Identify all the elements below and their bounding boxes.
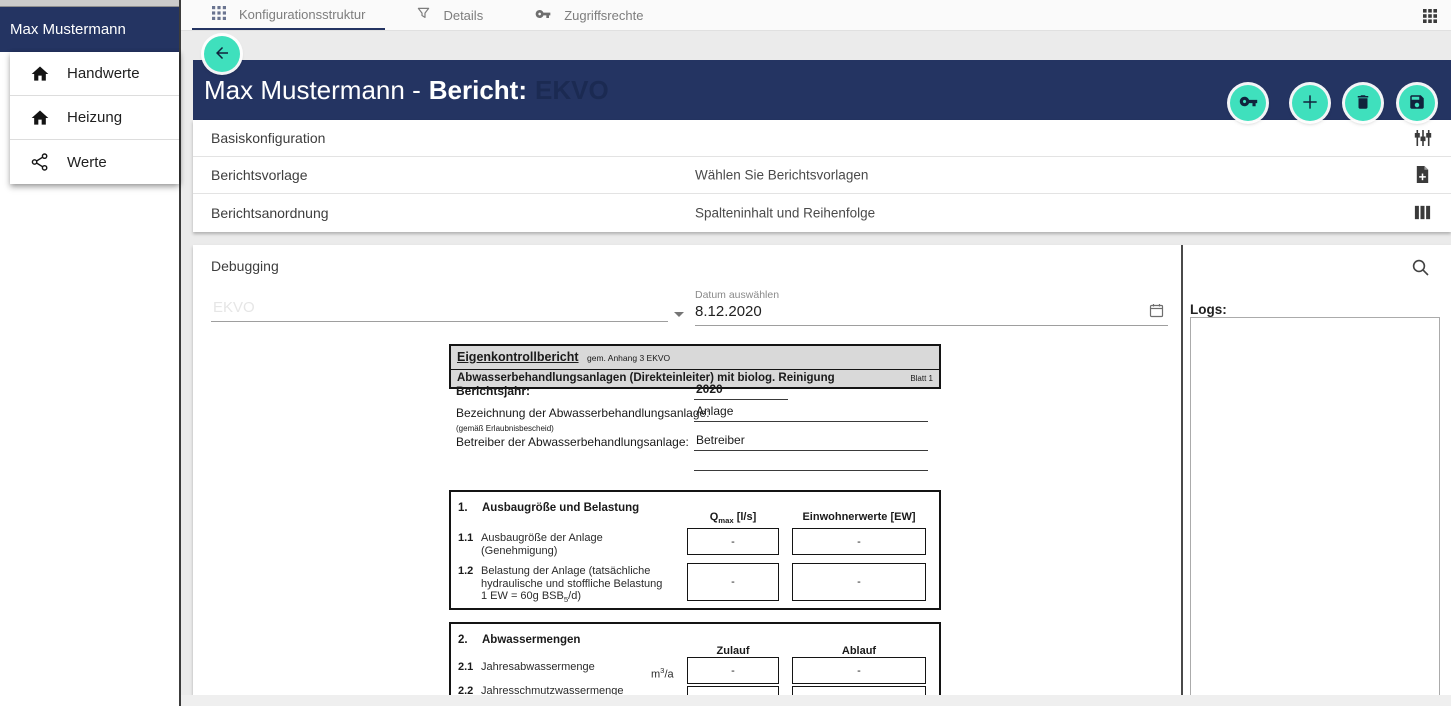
save-button[interactable] [1399, 85, 1435, 121]
config-card: Basiskonfiguration Berichtsvorlage Wähle… [193, 120, 1451, 232]
doc-title-suffix: gem. Anhang 3 EKVO [587, 353, 670, 363]
columns-icon[interactable] [1413, 203, 1433, 223]
section-number: 2. [458, 634, 468, 646]
filter-icon [417, 7, 430, 23]
grid-icon [212, 6, 226, 23]
home-icon [30, 64, 50, 84]
row-number: 2.1 [458, 661, 473, 673]
doc-title: Eigenkontrollbericht [457, 350, 579, 364]
save-icon [1408, 93, 1426, 114]
select-value: EKVO [213, 299, 255, 316]
sidebar-item-heizung[interactable]: Heizung [10, 96, 179, 140]
col-header-ew: Einwohnerwerte [EW] [792, 511, 926, 524]
debugging-card: Debugging EKVO Datum auswählen 8.12.2020 [193, 245, 1451, 695]
row-text: Ausbaugröße der Anlage(Genehmigung) [481, 532, 603, 557]
row-berichtsanordnung[interactable]: Berichtsanordnung Spalteninhalt und Reih… [193, 194, 1451, 231]
doc-fields: Berichtsjahr: 2020 Bezeichnung der Abwas… [449, 382, 941, 475]
doc-input-2-1-ablauf[interactable]: - [792, 657, 926, 684]
doc-year-label: Berichtsjahr: [456, 384, 530, 398]
debugging-title: Debugging [211, 258, 279, 274]
row-text: Belastung der Anlage (tatsächlichehydrau… [481, 565, 662, 607]
tab-details[interactable]: Details [397, 0, 503, 30]
date-field[interactable]: Datum auswählen 8.12.2020 [695, 289, 1168, 326]
date-field-label: Datum auswählen [695, 289, 1168, 301]
doc-operator-value: Betreiber [694, 433, 928, 451]
plus-icon [1300, 92, 1320, 115]
tab-label: Details [443, 8, 483, 23]
sidebar-item-label: Handwerte [67, 65, 140, 82]
doc-operator-label: Betreiber der Abwasserbehandlungsanlage: [456, 435, 689, 449]
tab-label: Zugriffsrechte [564, 8, 643, 23]
doc-input-2-2-zulauf[interactable] [687, 686, 779, 695]
add-button[interactable] [1292, 85, 1328, 121]
tab-label: Konfigurationsstruktur [239, 7, 365, 22]
key-icon [535, 6, 551, 25]
doc-name-note: (gemäß Erlaubnisbescheid) [456, 424, 554, 433]
back-button[interactable] [204, 36, 240, 72]
sidebar-top-strip [0, 0, 179, 7]
search-icon[interactable] [1411, 258, 1430, 277]
tab-konfigurationsstruktur[interactable]: Konfigurationsstruktur [192, 0, 385, 30]
section-title: Abwassermengen [482, 634, 580, 646]
apps-grid-icon[interactable] [1422, 8, 1438, 24]
row-label: Berichtsanordnung [211, 205, 329, 221]
user-name: Max Mustermann [10, 21, 126, 38]
sidebar-menu: Handwerte Heizung Werte [10, 52, 179, 184]
doc-input-1-2-ew[interactable]: - [792, 563, 926, 601]
row-text: Jahresschmutzwassermenge [481, 685, 623, 695]
sidebar-item-handwerte[interactable]: Handwerte [10, 52, 179, 96]
chevron-down-icon[interactable] [674, 312, 684, 317]
logs-panel[interactable] [1190, 317, 1440, 695]
share-icon [30, 152, 50, 172]
doc-input-1-1-qmax[interactable]: - [687, 528, 779, 555]
tab-zugriffsrechte[interactable]: Zugriffsrechte [515, 0, 663, 30]
row-text: Jahresabwassermenge [481, 661, 595, 674]
doc-section-2: 2. Abwassermengen Zulauf Ablauf 2.1 Jahr… [449, 622, 941, 695]
sliders-icon[interactable] [1413, 128, 1433, 148]
logs-divider [1181, 245, 1183, 695]
doc-input-1-1-ew[interactable]: - [792, 528, 926, 555]
doc-input-1-2-qmax[interactable]: - [687, 563, 779, 601]
sidebar-user-header: Max Mustermann [0, 7, 179, 52]
doc-section-1: 1. Ausbaugröße und Belastung Qmax [l/s] … [449, 490, 941, 610]
sidebar-item-werte[interactable]: Werte [10, 140, 179, 184]
row-number: 1.2 [458, 565, 473, 577]
row-unit: m3/a [651, 666, 674, 681]
page-title-bold: Bericht: [429, 75, 527, 106]
doc-empty-line [694, 455, 928, 471]
calendar-icon[interactable] [1149, 303, 1164, 318]
col-header-qmax: Qmax [l/s] [687, 511, 779, 526]
row-number: 1.1 [458, 532, 473, 544]
access-rights-button[interactable] [1230, 85, 1266, 121]
doc-year-value: 2020 [694, 382, 788, 400]
row-basiskonfiguration[interactable]: Basiskonfiguration [193, 120, 1451, 157]
doc-input-2-2-ablauf[interactable] [792, 686, 926, 695]
doc-input-2-1-zulauf[interactable]: - [687, 657, 779, 684]
row-number: 2.2 [458, 685, 473, 695]
sidebar: Max Mustermann Handwerte Heizung [0, 0, 181, 706]
note-add-icon[interactable] [1413, 165, 1433, 185]
main-area: Konfigurationsstruktur Details Zugriffsr… [181, 0, 1451, 706]
section-number: 1. [458, 502, 468, 514]
arrow-left-icon [213, 44, 231, 65]
row-label: Basiskonfiguration [211, 130, 325, 146]
row-value: Wählen Sie Berichtsvorlagen [695, 168, 868, 183]
row-berichtsvorlage[interactable]: Berichtsvorlage Wählen Sie Berichtsvorla… [193, 157, 1451, 194]
bottom-strip [181, 695, 1451, 706]
sidebar-item-label: Werte [67, 154, 107, 171]
section-title: Ausbaugröße und Belastung [482, 502, 639, 514]
row-label: Berichtsvorlage [211, 167, 308, 183]
row-value: Spalteninhalt und Reihenfolge [695, 205, 875, 220]
key-icon [1239, 92, 1258, 114]
trash-icon [1354, 93, 1372, 114]
logs-label: Logs: [1190, 302, 1227, 317]
home-icon [30, 108, 50, 128]
report-type-select[interactable]: EKVO [211, 292, 668, 322]
tab-bar: Konfigurationsstruktur Details Zugriffsr… [181, 0, 1451, 31]
sidebar-item-label: Heizung [67, 109, 122, 126]
delete-button[interactable] [1345, 85, 1381, 121]
page-title: Max Mustermann - [204, 75, 421, 106]
page-title-faint: EKVO [535, 75, 609, 106]
date-field-value: 8.12.2020 [695, 303, 1168, 320]
